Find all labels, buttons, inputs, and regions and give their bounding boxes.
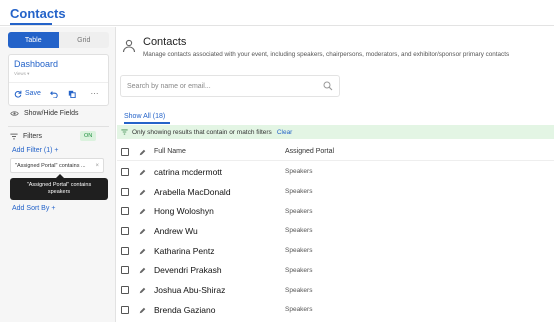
table-row[interactable]: Katharina Pentz Speakers (117, 241, 554, 261)
page-tab-contacts[interactable]: Contacts (10, 6, 66, 21)
person-icon (122, 39, 136, 53)
save-label: Save (25, 90, 41, 97)
select-all-checkbox[interactable] (121, 147, 129, 156)
search-icon (323, 81, 333, 91)
tooltip-line-1: "Assigned Portal" contains (26, 182, 92, 188)
add-filter-button[interactable]: Add Filter (1) + (12, 147, 59, 154)
search-placeholder: Search by name or email... (127, 83, 211, 90)
table-row[interactable]: Brenda Gaziano Speakers (117, 300, 554, 320)
page-subtitle: Manage contacts associated with your eve… (143, 51, 510, 58)
assigned-portal-value: Speakers (285, 168, 313, 176)
table-header: Full Name Assigned Portal (117, 143, 554, 161)
row-checkbox[interactable] (121, 266, 129, 275)
assigned-portal-value: Speakers (285, 188, 313, 196)
divider (8, 126, 109, 127)
row-checkbox[interactable] (121, 246, 129, 255)
pencil-icon[interactable] (139, 301, 146, 319)
filter-chip-label: "Assigned Portal" contains ... (15, 162, 86, 169)
duplicate-button[interactable] (63, 90, 81, 98)
add-sort-label: Add Sort By (12, 205, 50, 212)
contact-name: Devendri Prakash (154, 265, 222, 276)
add-filter-label: Add Filter (1) (12, 147, 53, 154)
assigned-portal-value: Speakers (285, 266, 313, 274)
active-tab-indicator (10, 23, 52, 25)
save-button[interactable]: Save (9, 90, 45, 98)
row-checkbox[interactable] (121, 187, 129, 196)
filter-chip[interactable]: "Assigned Portal" contains ... × (10, 158, 104, 173)
plus-icon: + (51, 205, 56, 212)
copy-icon (68, 90, 76, 98)
dashboard-view-name[interactable]: Dashboard (14, 59, 58, 69)
table-row[interactable]: Devendri Prakash Speakers (117, 261, 554, 281)
top-bar: Contacts (0, 0, 554, 26)
contact-name: Brenda Gaziano (154, 304, 216, 315)
filter-icon (121, 129, 128, 135)
row-checkbox[interactable] (121, 286, 129, 295)
filters-section-header: Filters (10, 133, 42, 140)
table-row[interactable]: Arabella MacDonald Speakers (117, 182, 554, 202)
add-sort-button[interactable]: Add Sort By + (12, 205, 55, 212)
row-checkbox[interactable] (121, 167, 129, 176)
pencil-icon[interactable] (139, 281, 146, 299)
row-checkbox[interactable] (121, 207, 129, 216)
tooltip-line-2: speakers (47, 189, 71, 195)
filter-icon (10, 133, 18, 140)
assigned-portal-value: Speakers (285, 306, 313, 314)
column-header-assigned-portal[interactable]: Assigned Portal (285, 148, 334, 155)
pencil-icon[interactable] (139, 242, 146, 260)
table-view-button[interactable]: Table (8, 32, 59, 48)
undo-icon (50, 90, 58, 98)
table-row[interactable]: Joshua Abu-Shiraz Speakers (117, 280, 554, 300)
show-hide-label: Show/Hide Fields (24, 110, 79, 117)
eye-icon (10, 111, 19, 116)
assigned-portal-value: Speakers (285, 247, 313, 255)
contact-name: Andrew Wu (154, 225, 198, 236)
contact-name: Arabella MacDonald (154, 186, 231, 197)
pencil-icon (139, 143, 146, 161)
dashboard-toolbar: Save ··· (9, 82, 108, 104)
pencil-icon[interactable] (139, 183, 146, 201)
assigned-portal-value: Speakers (285, 286, 313, 294)
pencil-icon[interactable] (139, 222, 146, 240)
tab-show-all[interactable]: Show All (18) (124, 113, 165, 120)
assigned-portal-value: Speakers (285, 207, 313, 215)
grid-view-button[interactable]: Grid (59, 32, 110, 48)
contact-name: Hong Woloshyn (154, 206, 214, 217)
active-tab-indicator (124, 122, 170, 124)
row-checkbox[interactable] (121, 226, 129, 235)
close-icon[interactable]: × (95, 163, 99, 169)
pencil-icon[interactable] (139, 163, 146, 181)
column-header-full-name[interactable]: Full Name (154, 148, 186, 155)
contact-name: Katharina Pentz (154, 245, 215, 256)
view-toggle: Table Grid (8, 32, 109, 48)
search-input[interactable]: Search by name or email... (120, 75, 340, 97)
sidebar: Table Grid Dashboard Views ▾ Save ··· Sh… (0, 27, 116, 322)
clear-filters-link[interactable]: Clear (277, 129, 293, 136)
contact-name: catrina mcdermott (154, 166, 223, 177)
sync-icon (14, 90, 22, 98)
dashboard-card: Dashboard Views ▾ Save ··· (8, 54, 109, 106)
page-title: Contacts (143, 36, 187, 48)
contact-name: Joshua Abu-Shiraz (154, 285, 226, 296)
views-dropdown[interactable]: Views ▾ (14, 71, 29, 77)
table-row[interactable]: catrina mcdermott Speakers (117, 162, 554, 182)
filters-label: Filters (23, 133, 43, 140)
plus-icon: + (54, 147, 59, 154)
undo-button[interactable] (45, 90, 63, 98)
pencil-icon[interactable] (139, 261, 146, 279)
filter-tooltip: "Assigned Portal" contains speakers (10, 174, 108, 200)
row-checkbox[interactable] (121, 305, 129, 314)
main-content: Contacts Manage contacts associated with… (117, 27, 554, 322)
table-row[interactable]: Hong Woloshyn Speakers (117, 201, 554, 221)
filters-on-badge: ON (80, 131, 97, 141)
filter-notice-banner: Only showing results that contain or mat… (117, 125, 554, 139)
assigned-portal-value: Speakers (285, 227, 313, 235)
show-hide-fields-button[interactable]: Show/Hide Fields (10, 110, 78, 117)
table-row[interactable]: Andrew Wu Speakers (117, 221, 554, 241)
pencil-icon[interactable] (139, 202, 146, 220)
more-options-button[interactable]: ··· (81, 89, 108, 98)
filter-notice-text: Only showing results that contain or mat… (132, 128, 272, 136)
